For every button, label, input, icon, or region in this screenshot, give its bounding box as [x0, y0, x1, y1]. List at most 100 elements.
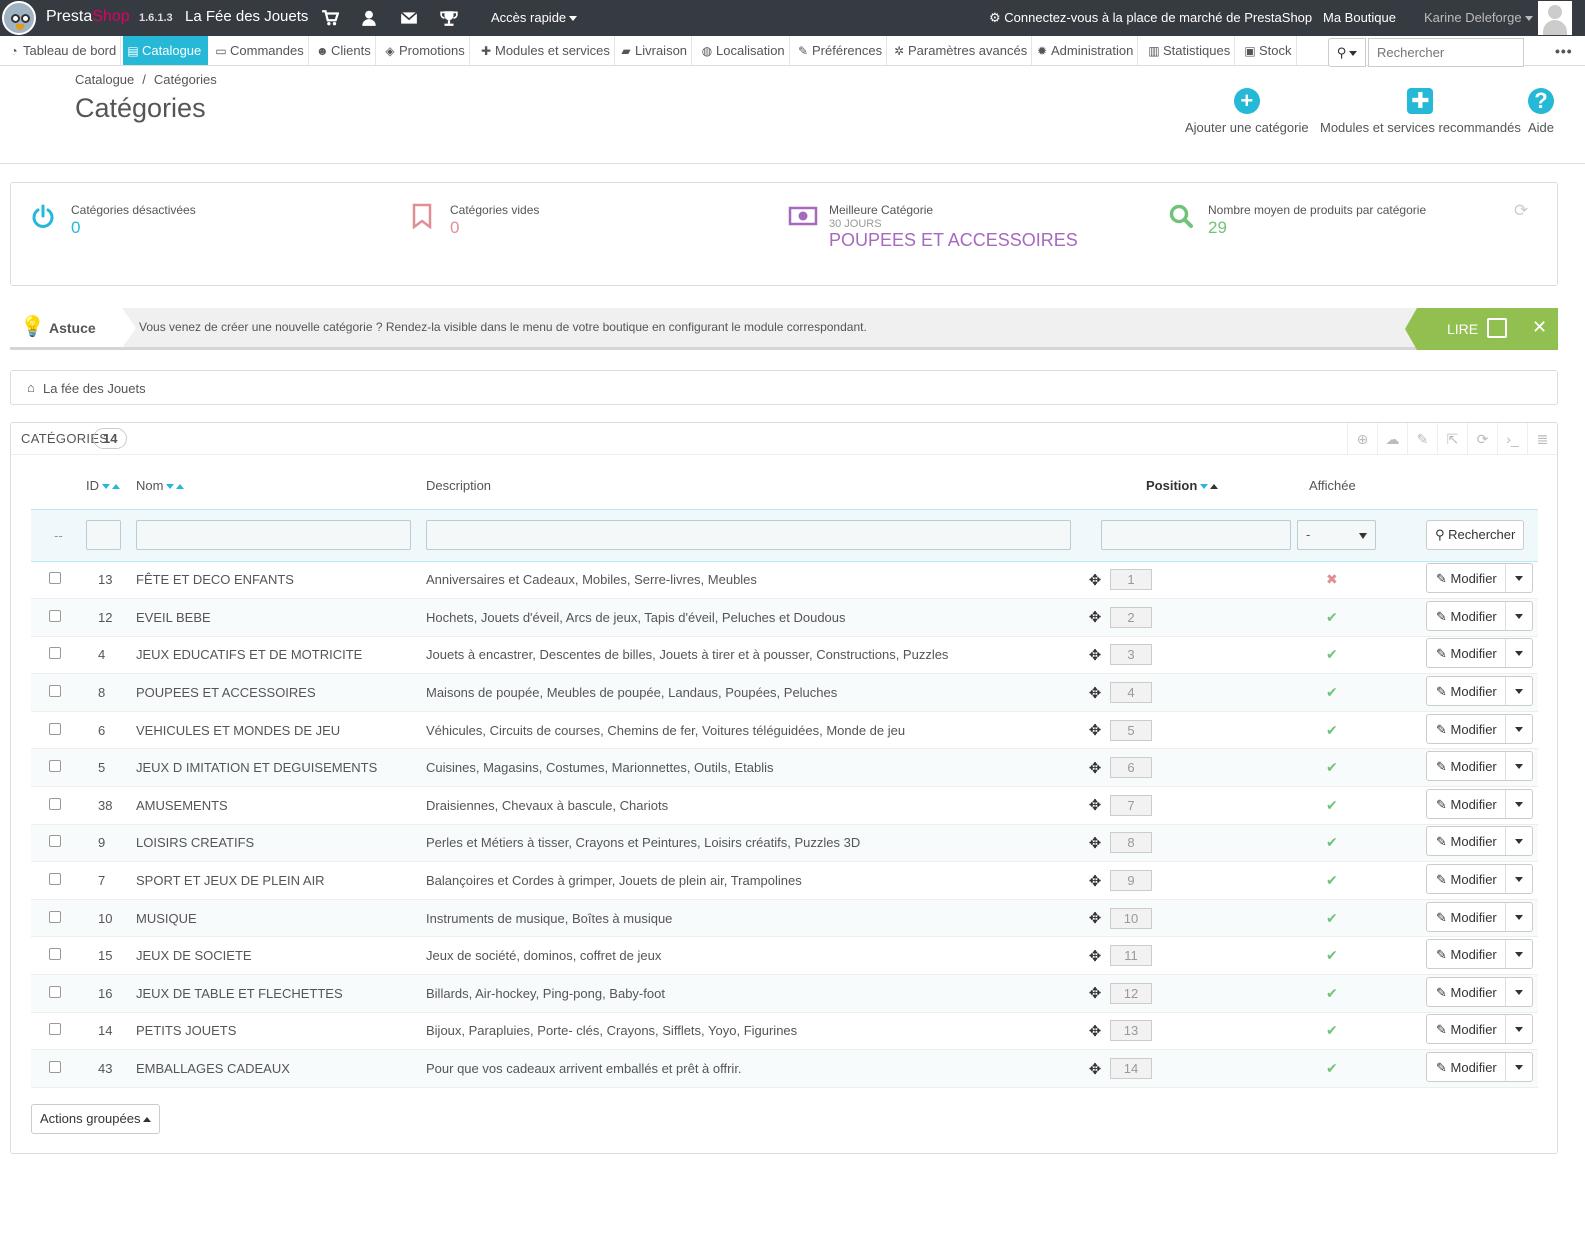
check-icon[interactable]: ✔ [1326, 834, 1338, 850]
check-icon[interactable]: ✔ [1326, 646, 1338, 662]
check-icon[interactable]: ✔ [1326, 722, 1338, 738]
row-checkbox[interactable] [49, 910, 61, 923]
nav-item-administration[interactable]: ✹ Administration [1032, 36, 1139, 65]
row-name[interactable]: JEUX DE SOCIETE [136, 936, 426, 976]
check-icon[interactable]: ✔ [1326, 684, 1338, 700]
drag-handle-icon[interactable]: ✥ [1088, 984, 1102, 1002]
edit-dropdown-toggle[interactable] [1505, 564, 1532, 593]
drag-handle-icon[interactable]: ✥ [1088, 571, 1102, 589]
table-row[interactable]: 9 LOISIRS CREATIFS Perles et Métiers à tis… [31, 824, 1538, 863]
import-cloud-icon[interactable]: ☁ [1377, 423, 1407, 455]
table-row[interactable]: 12 EVEIL BEBE Hochets, Jouets d'éveil, Arc… [31, 598, 1538, 637]
row-name[interactable]: PETITS JOUETS [136, 1012, 426, 1051]
filter-id-input[interactable] [86, 520, 121, 550]
envelope-icon[interactable] [400, 9, 418, 27]
edit-button[interactable]: ✎ Modifier [1426, 788, 1533, 819]
my-shop-link[interactable]: Ma Boutique [1323, 10, 1396, 25]
nav-item-modules[interactable]: ✚ Modules et services [476, 36, 615, 65]
filter-description-input[interactable] [426, 520, 1071, 550]
cart-icon[interactable] [321, 9, 339, 27]
edit-button[interactable]: ✎ Modifier [1426, 600, 1533, 631]
add-category-button[interactable]: + Ajouter une catégorie [1185, 88, 1309, 135]
edit-button[interactable]: ✎ Modifier [1426, 826, 1533, 857]
edit-dropdown-toggle[interactable] [1505, 940, 1532, 969]
edit-dropdown-toggle[interactable] [1505, 639, 1532, 668]
check-icon[interactable]: ✔ [1326, 985, 1338, 1001]
row-name[interactable]: JEUX DE TABLE ET FLECHETTES [136, 974, 426, 1013]
row-checkbox[interactable] [49, 985, 61, 998]
row-name[interactable]: EVEIL BEBE [136, 598, 426, 637]
nav-item-catalog[interactable]: ▤ Catalogue [123, 36, 208, 65]
nav-item-preferences[interactable]: ✎ Préférences [793, 36, 888, 65]
edit-dropdown-toggle[interactable] [1505, 1053, 1532, 1082]
table-row[interactable]: 15 JEUX DE SOCIETE Jeux de société, domino… [31, 936, 1538, 976]
row-checkbox[interactable] [49, 685, 61, 698]
row-checkbox[interactable] [49, 760, 61, 773]
edit-dropdown-toggle[interactable] [1505, 977, 1532, 1006]
drag-handle-icon[interactable]: ✥ [1088, 872, 1102, 890]
row-checkbox[interactable] [49, 835, 61, 848]
recommended-modules-button[interactable]: ✚ Modules et services recommandés [1320, 88, 1521, 135]
edit-button[interactable]: ✎ Modifier [1426, 713, 1533, 744]
drag-handle-icon[interactable]: ✥ [1088, 759, 1102, 777]
drag-handle-icon[interactable]: ✥ [1088, 721, 1102, 739]
row-checkbox[interactable] [49, 1061, 61, 1074]
nav-item-dashboard[interactable]: ◔ Tableau de bord [4, 36, 122, 65]
edit-button[interactable]: ✎ Modifier [1426, 751, 1533, 782]
edit-dropdown-toggle[interactable] [1505, 902, 1532, 931]
nav-item-promotions[interactable]: ◈ Promotions [380, 36, 470, 65]
drag-handle-icon[interactable]: ✥ [1088, 608, 1102, 626]
edit-button[interactable]: ✎ Modifier [1426, 638, 1533, 669]
filter-search-button[interactable]: ⚲ Rechercher [1426, 520, 1525, 550]
edit-icon[interactable]: ✎ [1407, 423, 1437, 455]
shop-name-link[interactable]: La Fée des Jouets [185, 8, 308, 25]
trophy-icon[interactable] [440, 9, 458, 27]
check-icon[interactable]: ✔ [1326, 947, 1338, 963]
table-row[interactable]: 4 JEUX EDUCATIFS ET DE MOTRICITE Jouets à … [31, 636, 1538, 675]
table-row[interactable]: 14 PETITS JOUETS Bijoux, Parapluies, Porte… [31, 1012, 1538, 1051]
col-name[interactable]: Nom [136, 463, 426, 509]
col-position[interactable]: Position [1086, 463, 1291, 509]
table-row[interactable]: 5 JEUX D IMITATION ET DEGUISEMENTS Cuisine… [31, 748, 1538, 788]
row-name[interactable]: JEUX EDUCATIFS ET DE MOTRICITE [136, 636, 426, 675]
user-menu[interactable]: Karine Deleforge [1424, 10, 1533, 25]
drag-handle-icon[interactable]: ✥ [1088, 1060, 1102, 1078]
row-name[interactable]: POUPEES ET ACCESSOIRES [136, 673, 426, 712]
table-row[interactable]: 38 AMUSEMENTS Draisiennes, Chevaux à bascu… [31, 786, 1538, 825]
filter-position-input[interactable] [1101, 520, 1291, 550]
check-icon[interactable]: ✔ [1326, 759, 1338, 775]
row-checkbox[interactable] [49, 722, 61, 735]
filter-name-input[interactable] [136, 520, 411, 550]
prestashop-logo-icon[interactable] [2, 1, 36, 35]
quick-access-dropdown[interactable]: Accès rapide [491, 10, 578, 25]
edit-button[interactable]: ✎ Modifier [1426, 939, 1533, 970]
check-icon[interactable]: ✔ [1326, 609, 1338, 625]
drag-handle-icon[interactable]: ✥ [1088, 834, 1102, 852]
edit-dropdown-toggle[interactable] [1505, 752, 1532, 781]
check-icon[interactable]: ✔ [1326, 910, 1338, 926]
refresh-list-icon[interactable]: ⟳ [1467, 423, 1497, 455]
check-icon[interactable]: ✔ [1326, 872, 1338, 888]
search-input[interactable] [1368, 38, 1524, 67]
drag-handle-icon[interactable]: ✥ [1088, 947, 1102, 965]
row-name[interactable]: EMBALLAGES CADEAUX [136, 1049, 426, 1088]
edit-dropdown-toggle[interactable] [1505, 865, 1532, 894]
drag-handle-icon[interactable]: ✥ [1088, 909, 1102, 927]
row-checkbox[interactable] [49, 572, 61, 585]
sql-query-icon[interactable]: ›_ [1497, 423, 1527, 455]
bulk-actions-button[interactable]: Actions groupées [31, 1104, 161, 1134]
edit-button[interactable]: ✎ Modifier [1426, 676, 1533, 707]
check-icon[interactable]: ✔ [1326, 1022, 1338, 1038]
category-breadcrumb-root[interactable]: La fée des Jouets [43, 381, 146, 396]
tip-read-button[interactable]: LIRE ✕ [1405, 308, 1558, 350]
drag-handle-icon[interactable]: ✥ [1088, 646, 1102, 664]
row-checkbox[interactable] [49, 797, 61, 810]
search-type-dropdown[interactable]: ⚲ [1328, 38, 1366, 67]
row-checkbox[interactable] [49, 1023, 61, 1036]
edit-dropdown-toggle[interactable] [1505, 677, 1532, 706]
help-button[interactable]: ? Aide [1528, 88, 1554, 135]
edit-button[interactable]: ✎ Modifier [1426, 901, 1533, 932]
table-row[interactable]: 43 EMBALLAGES CADEAUX Pour que vos cadeaux… [31, 1049, 1538, 1088]
refresh-icon[interactable]: ⟳ [1514, 201, 1528, 221]
more-menu-icon[interactable]: ••• [1555, 43, 1573, 59]
